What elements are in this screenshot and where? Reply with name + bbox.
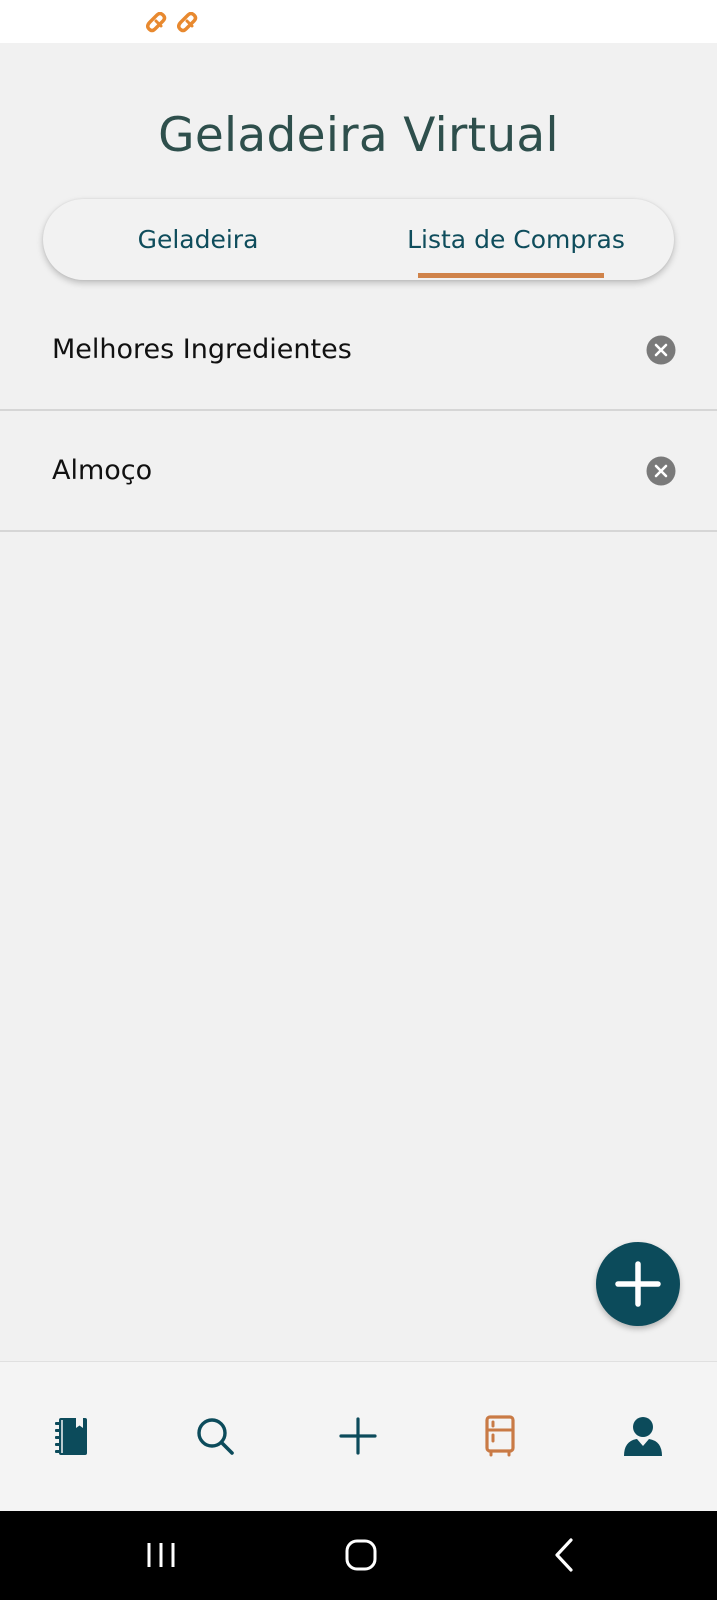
active-tab-indicator [418, 273, 604, 278]
profile-icon [624, 1417, 662, 1456]
status-bar [0, 0, 717, 43]
system-navigation-bar [0, 1511, 717, 1600]
list-item[interactable]: Almoço [0, 412, 717, 532]
plus-icon [615, 1261, 661, 1307]
orange-heart-icon [146, 11, 172, 34]
plus-icon [339, 1417, 377, 1455]
orange-heart-icon [177, 11, 203, 34]
tab-geladeira[interactable]: Geladeira [123, 199, 273, 280]
recipe-book-icon [55, 1418, 87, 1455]
nav-item-recipes[interactable] [22, 1362, 122, 1512]
home-button[interactable] [331, 1527, 391, 1585]
back-button[interactable] [533, 1527, 593, 1585]
remove-circle-icon[interactable] [646, 335, 676, 365]
search-icon [197, 1418, 234, 1455]
bottom-navigation [0, 1361, 717, 1512]
nav-item-search[interactable] [165, 1362, 265, 1512]
back-icon [555, 1538, 573, 1572]
recent-apps-button[interactable] [131, 1527, 191, 1585]
fridge-icon [485, 1415, 515, 1457]
list-item-label: Almoço [52, 455, 153, 486]
recent-apps-icon [147, 1543, 175, 1567]
tab-bar: Geladeira Lista de Compras [43, 199, 674, 280]
page-title: Geladeira Virtual [158, 108, 559, 163]
tab-lista-de-compras[interactable]: Lista de Compras [401, 199, 631, 280]
list-item-label: Melhores Ingredientes [52, 334, 352, 365]
add-list-button[interactable] [596, 1242, 680, 1326]
list-item[interactable]: Melhores Ingredientes [0, 291, 717, 411]
remove-circle-icon[interactable] [646, 456, 676, 486]
nav-item-add[interactable] [308, 1362, 408, 1512]
home-icon [345, 1539, 377, 1571]
nav-item-fridge[interactable] [450, 1362, 550, 1512]
nav-item-profile[interactable] [593, 1362, 693, 1512]
